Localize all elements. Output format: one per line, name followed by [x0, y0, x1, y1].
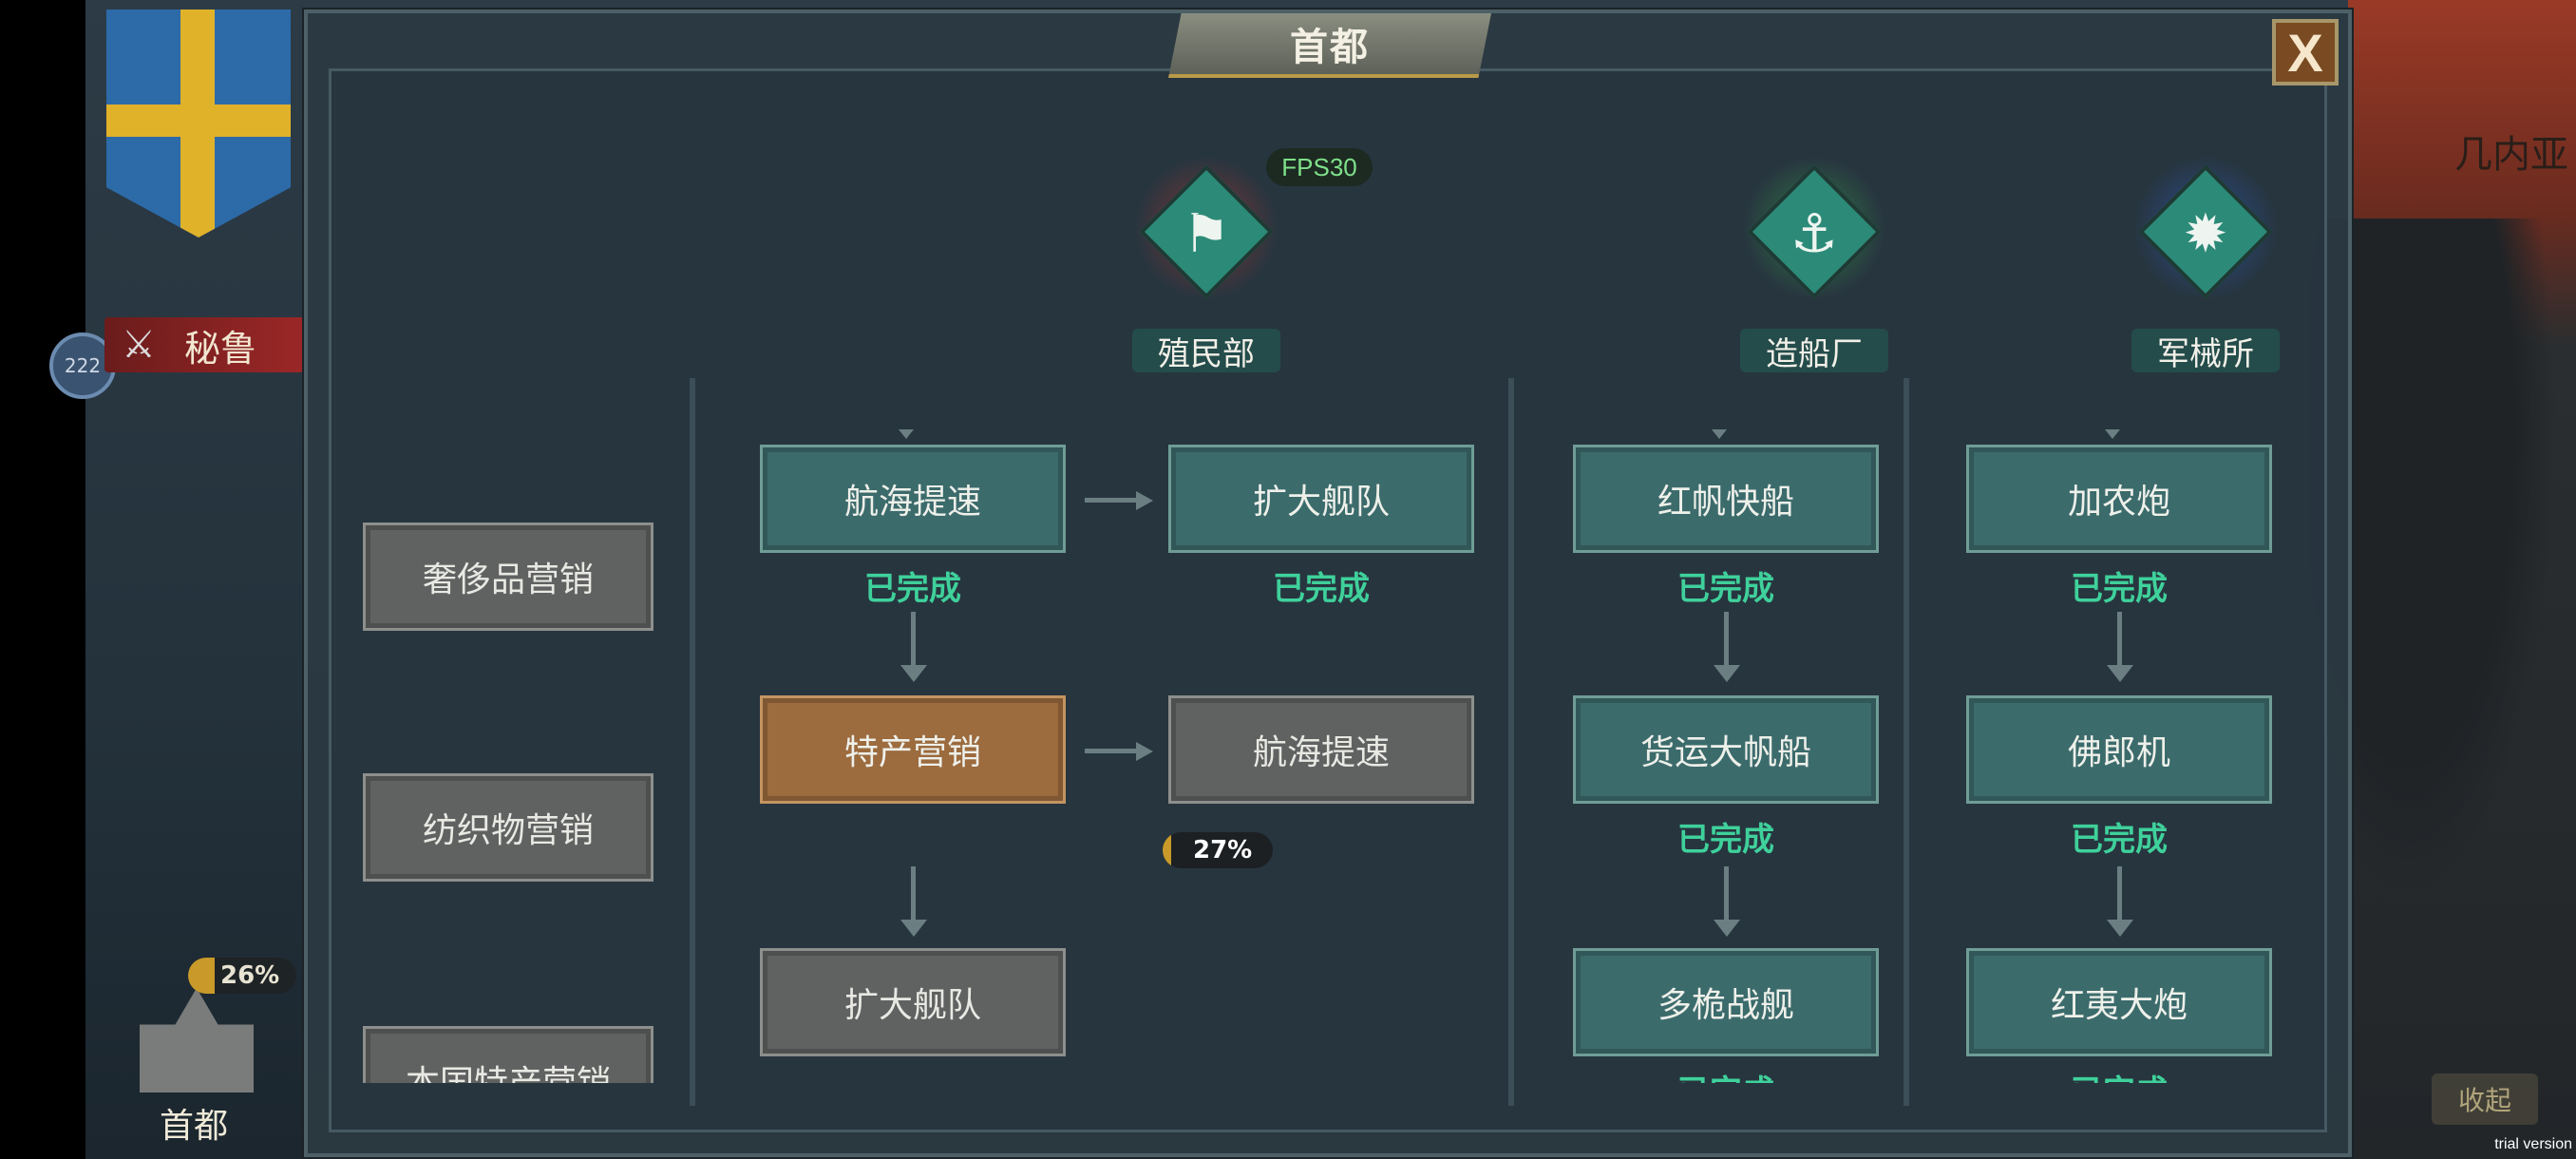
tech-status: 已完成 — [1966, 1066, 2272, 1083]
tech-status: 已完成 — [1273, 570, 1370, 608]
capital-tech-modal: 首都 X FPS30 ⚑ 殖民部 ⚓ 造船厂 ✹ 军械所 奢侈品营销 纺织物营销… — [304, 10, 2352, 1157]
tech-node-red-barbarian-cannon[interactable]: 红夷大炮 — [1966, 948, 2272, 1056]
tech-tree-scroll-area[interactable]: 奢侈品营销 纺织物营销 本国特产营销 航海提速 已完成 特产营销 扩大舰队 扩大… — [308, 13, 2356, 1083]
tree-arrow-down — [1708, 866, 1746, 942]
research-progress: 27% — [1163, 832, 1273, 868]
tech-node-expand-fleet[interactable]: 扩大舰队 — [1168, 445, 1474, 553]
capital-name: 首都 — [160, 1107, 229, 1146]
tech-node-luxury-marketing[interactable]: 奢侈品营销 — [363, 522, 653, 631]
tree-arrow-down — [2101, 612, 2139, 688]
tree-arrow-down — [895, 866, 933, 942]
tree-connector — [2105, 429, 2120, 439]
tech-node-falconet[interactable]: 佛郎机 — [1966, 695, 2272, 804]
tree-arrow-down — [1708, 612, 1746, 688]
tech-node-multi-mast-warship[interactable]: 多桅战舰 — [1573, 948, 1879, 1056]
tech-node-specialty-marketing[interactable]: 特产营销 — [760, 695, 1066, 804]
tree-arrow-down — [895, 612, 933, 688]
tech-status: 已完成 — [1573, 1066, 1879, 1083]
capital-progress-label: 26% — [220, 961, 280, 990]
enemy-nation-name: 秘鲁 — [184, 327, 257, 370]
tech-node-cannon[interactable]: 加农炮 — [1966, 445, 2272, 553]
collapse-button[interactable]: 收起 — [2432, 1074, 2538, 1125]
tech-node-red-sail-clipper[interactable]: 红帆快船 — [1573, 445, 1879, 553]
tree-arrow-down — [2101, 866, 2139, 942]
map-country-label: 几内亚 — [2454, 133, 2568, 177]
tech-node-expand-fleet[interactable]: 扩大舰队 — [760, 948, 1066, 1056]
tech-node-cargo-galleon[interactable]: 货运大帆船 — [1573, 695, 1879, 804]
tech-node-textile-marketing[interactable]: 纺织物营销 — [363, 773, 653, 882]
tech-status: 已完成 — [2071, 570, 2168, 608]
enemy-nation-tag[interactable]: ⚔ 秘鲁 — [104, 317, 304, 372]
research-progress-label: 27% — [1193, 836, 1253, 864]
tree-arrow-right — [1085, 741, 1157, 761]
tree-arrow-right — [1085, 490, 1157, 510]
tech-node-navigation-speed[interactable]: 航海提速 — [1168, 695, 1474, 804]
tree-connector — [1712, 429, 1727, 439]
crossed-swords-icon: ⚔ — [122, 323, 156, 367]
trial-watermark: trial version — [2494, 1136, 2572, 1152]
tree-connector — [899, 429, 914, 439]
tech-status: 已完成 — [864, 570, 961, 608]
tech-status: 已完成 — [2071, 821, 2168, 859]
tech-status: 已完成 — [1677, 821, 1774, 859]
capital-progress: 26% — [188, 958, 296, 994]
tech-node-domestic-marketing[interactable]: 本国特产营销 — [363, 1026, 653, 1083]
tech-status: 已完成 — [1677, 570, 1774, 608]
tech-node-navigation-speed[interactable]: 航海提速 — [760, 445, 1066, 553]
